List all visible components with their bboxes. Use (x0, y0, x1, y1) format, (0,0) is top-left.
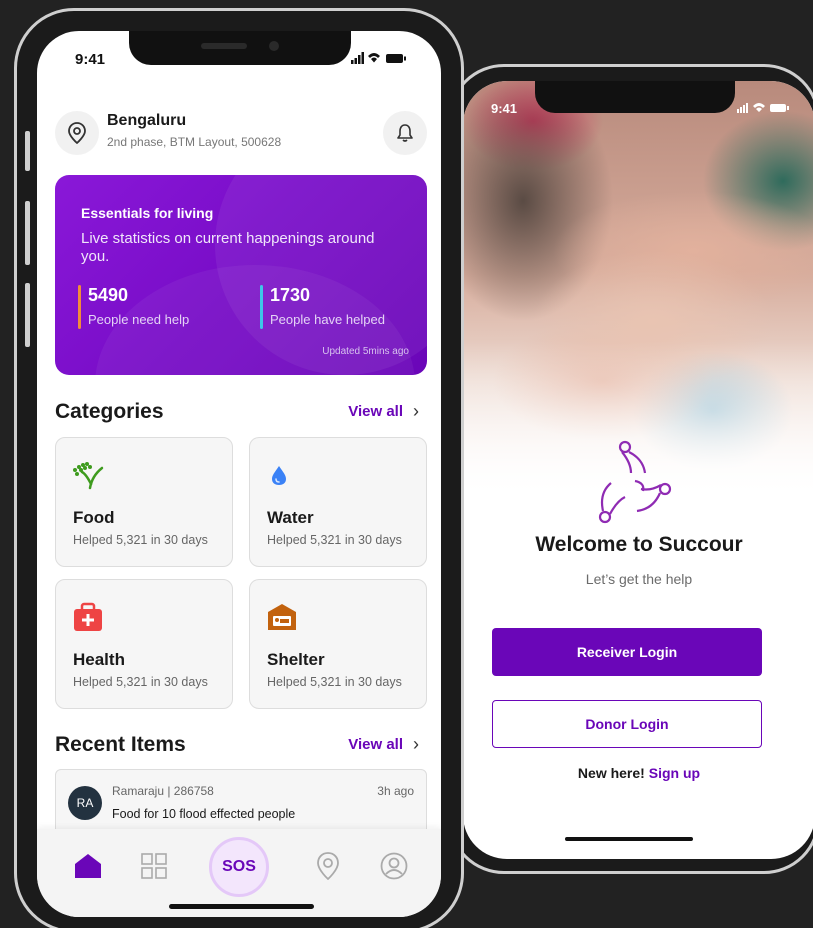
first-aid-icon (74, 602, 102, 631)
category-helped-count: Helped 5,321 in 30 days (73, 675, 208, 689)
stat-label: People have helped (270, 312, 385, 327)
status-icons (737, 101, 789, 116)
category-name: Health (73, 650, 125, 669)
welcome-title: Welcome to Succour (535, 533, 743, 556)
stat-value: 5490 (88, 285, 129, 305)
phone-side-button (25, 201, 30, 265)
welcome-tagline: Let’s get the help (585, 571, 693, 587)
category-name: Food (73, 508, 115, 527)
category-card-shelter[interactable]: Shelter Helped 5,321 in 30 days (249, 579, 427, 709)
category-card-health[interactable]: Health Helped 5,321 in 30 days (55, 579, 233, 709)
stat-need-help: 5490 People need help (78, 285, 189, 329)
stat-have-helped: 1730 People have helped (260, 285, 385, 329)
recent-item-meta: Ramaraju | 286758 (112, 784, 214, 798)
phone-side-button (25, 283, 30, 347)
receiver-login-button[interactable]: Receiver Login (492, 628, 762, 676)
front-camera (269, 41, 279, 51)
bell-icon (397, 124, 413, 142)
signup-prompt: New here! Sign up (463, 765, 813, 781)
category-card-food[interactable]: Food Helped 5,321 in 30 days (55, 437, 233, 567)
stat-value: 1730 (270, 285, 311, 305)
signal-wifi-battery-icon (351, 52, 406, 64)
home-screen: 9:41 Bengaluru 2nd phase, BTM Layout, 50… (37, 31, 441, 917)
categories-title: Categories (55, 400, 164, 423)
welcome-screen: 9:41 Welcome to Succour Let’s get the he… (463, 81, 813, 859)
stat-label: People need help (88, 312, 190, 327)
recent-view-all-link[interactable]: View all › (348, 734, 419, 755)
main-phone: 9:41 Bengaluru 2nd phase, BTM Layout, 50… (14, 8, 464, 928)
status-time: 9:41 (75, 51, 106, 68)
sos-button[interactable]: SOS (209, 837, 269, 897)
profile-icon (380, 852, 408, 880)
location-city: Bengaluru (107, 112, 187, 129)
location-pin-icon (317, 852, 339, 880)
bed-icon (268, 604, 296, 630)
location-pin-icon (68, 122, 86, 144)
avatar: RA (68, 786, 102, 820)
status-icons (351, 51, 407, 67)
phone-side-button (25, 131, 30, 171)
grid-icon (141, 853, 167, 879)
wheat-icon (73, 462, 104, 490)
stat-bar (78, 285, 81, 329)
donor-login-button[interactable]: Donor Login (492, 700, 762, 748)
nav-home[interactable] (73, 851, 103, 881)
stat-bar (260, 285, 263, 329)
phone-notch (535, 81, 735, 113)
recent-item-text: Food for 10 flood effected people (112, 807, 296, 821)
location-address: 2nd phase, BTM Layout, 500628 (107, 135, 282, 149)
nav-profile[interactable] (379, 851, 409, 881)
stats-card-title: Essentials for living (81, 205, 214, 221)
nav-categories[interactable] (139, 851, 169, 881)
location-button[interactable] (55, 111, 99, 155)
welcome-phone: 9:41 Welcome to Succour Let’s get the he… (448, 64, 813, 874)
category-name: Shelter (267, 650, 325, 669)
view-all-label: View all (348, 403, 403, 420)
home-indicator[interactable] (565, 837, 693, 841)
status-time: 9:41 (491, 101, 518, 116)
signup-link[interactable]: Sign up (649, 765, 700, 781)
recent-items-title: Recent Items (55, 733, 186, 756)
signal-wifi-battery-icon (737, 103, 789, 113)
home-icon (75, 854, 101, 878)
essentials-stats-card: Essentials for living Live statistics on… (55, 175, 427, 375)
category-card-water[interactable]: Water Helped 5,321 in 30 days (249, 437, 427, 567)
nav-location[interactable] (313, 851, 343, 881)
category-helped-count: Helped 5,321 in 30 days (267, 533, 402, 547)
stats-updated-time: Updated 5mins ago (322, 346, 409, 357)
stats-card-subtitle: Live statistics on current happenings ar… (81, 230, 375, 265)
category-helped-count: Helped 5,321 in 30 days (73, 533, 208, 547)
recent-item-time: 3h ago (377, 784, 414, 798)
notifications-button[interactable] (383, 111, 427, 155)
speaker-grille (201, 43, 247, 49)
category-name: Water (267, 508, 314, 527)
view-all-label: View all (348, 736, 403, 753)
water-drop-icon (272, 466, 286, 485)
chevron-right-icon: › (413, 401, 419, 421)
chevron-right-icon: › (413, 734, 419, 754)
home-indicator[interactable] (169, 904, 314, 909)
category-helped-count: Helped 5,321 in 30 days (267, 675, 402, 689)
signup-prompt-text: New here! (577, 765, 645, 781)
phone-notch (129, 31, 351, 65)
succour-logo-icon (598, 440, 672, 524)
categories-view-all-link[interactable]: View all › (348, 401, 419, 422)
